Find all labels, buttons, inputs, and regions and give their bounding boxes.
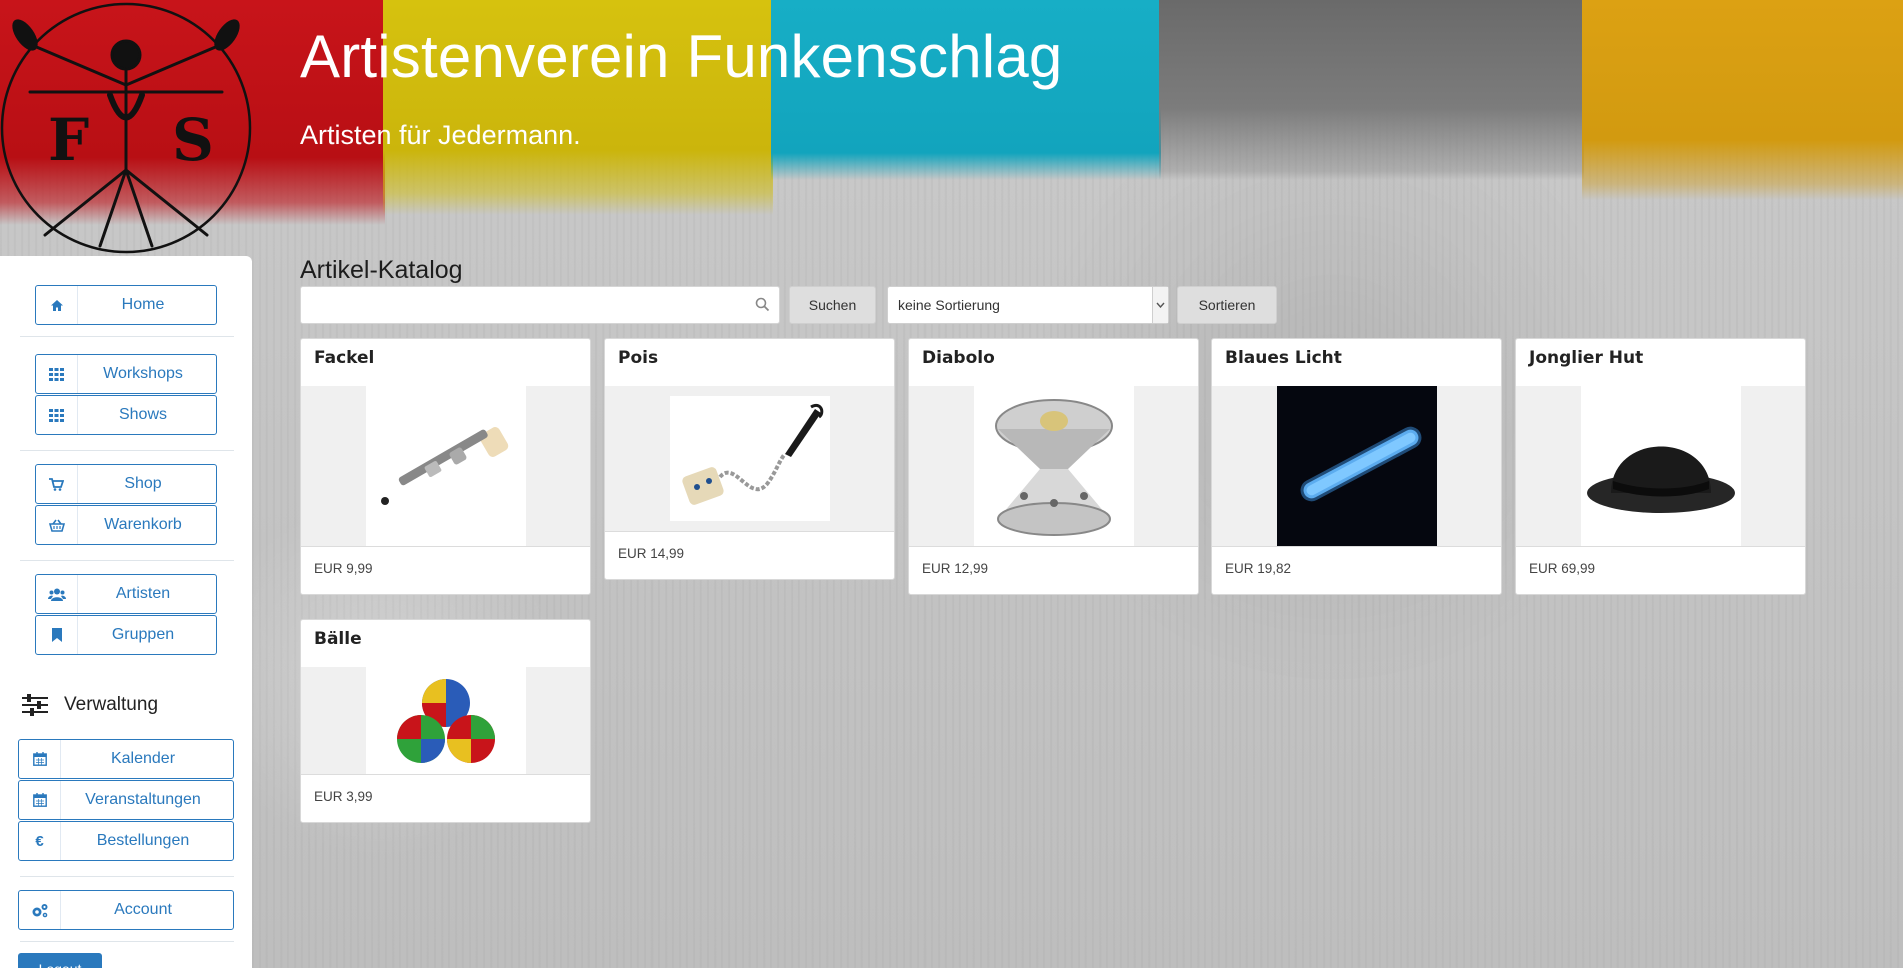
product-image — [365, 386, 526, 546]
product-card-jonglier-hut[interactable]: Jonglier Hut EUR 69,99 — [1515, 338, 1806, 595]
basket-icon — [36, 506, 78, 544]
product-card-pois[interactable]: Pois EUR 14,99 — [604, 338, 895, 580]
admin-section-heading: Verwaltung — [22, 694, 158, 716]
sort-button[interactable]: Sortieren — [1177, 286, 1277, 324]
product-image-area — [301, 386, 590, 546]
calendar-icon — [19, 740, 61, 778]
product-price: EUR 12,99 — [909, 546, 1198, 594]
product-image-area — [605, 386, 894, 531]
product-card-baelle[interactable]: Bälle EUR 3,99 — [300, 619, 591, 823]
divider — [20, 450, 234, 451]
product-name: Diabolo — [922, 348, 995, 368]
product-name: Blaues Licht — [1225, 348, 1342, 368]
divider — [20, 876, 234, 877]
divider — [20, 560, 234, 561]
product-image — [973, 386, 1134, 546]
sidebar: Home Workshops Shows Shop Warenkorb Arti… — [0, 256, 252, 968]
site-subtitle: Artisten für Jedermann. — [300, 120, 581, 150]
nav-shop-label: Shop — [124, 475, 162, 492]
chevron-down-icon — [1152, 287, 1168, 323]
divider — [20, 336, 234, 337]
nav-home-label: Home — [121, 296, 165, 313]
cart-icon — [36, 465, 78, 503]
product-price: EUR 3,99 — [301, 774, 590, 822]
logo[interactable]: F S — [0, 0, 252, 255]
product-image — [1580, 386, 1741, 546]
logo-letter-f: F — [48, 106, 89, 174]
banner-stripe-grey — [1159, 0, 1584, 180]
juggling-balls-icon — [396, 679, 495, 763]
nav-artisten-button[interactable]: Artisten — [35, 574, 217, 614]
grid-icon — [36, 355, 78, 393]
bookmark-icon — [36, 616, 78, 654]
nav-kalender-button[interactable]: Kalender — [18, 739, 234, 779]
nav-bestellungen-label: Bestellungen — [96, 832, 190, 849]
nav-veranstaltungen-label: Veranstaltungen — [85, 791, 201, 808]
nav-workshops-label: Workshops — [103, 365, 183, 382]
product-card-fackel[interactable]: Fackel EUR 9,99 — [300, 338, 591, 595]
sort-select-value: keine Sortierung — [898, 297, 1000, 313]
product-image-area — [909, 386, 1198, 546]
nav-shows-label: Shows — [118, 406, 168, 423]
header-banner: F S Artistenverein Funkenschlag Artisten… — [0, 0, 1903, 254]
nav-shows-button[interactable]: Shows — [35, 395, 217, 435]
site-title: Artistenverein Funkenschlag — [300, 23, 1063, 90]
product-image — [669, 396, 830, 521]
grid-icon — [36, 396, 78, 434]
torch-icon — [380, 427, 508, 505]
gears-icon — [19, 891, 61, 929]
nav-account-button[interactable]: Account — [18, 890, 234, 930]
nav-home-button[interactable]: Home — [35, 285, 217, 325]
nav-gruppen-button[interactable]: Gruppen — [35, 615, 217, 655]
nav-workshops-button[interactable]: Workshops — [35, 354, 217, 394]
product-name: Pois — [618, 348, 659, 368]
product-card-blaues-licht[interactable]: Blaues Licht EUR 19,82 — [1211, 338, 1502, 595]
product-price: EUR 9,99 — [301, 546, 590, 594]
nav-warenkorb-label: Warenkorb — [104, 516, 182, 533]
page-title: Artikel-Katalog — [300, 256, 463, 284]
home-icon — [36, 286, 78, 324]
product-image — [365, 667, 526, 774]
banner-stripe-orange — [1582, 0, 1903, 200]
product-name: Fackel — [314, 348, 375, 368]
product-image-area — [301, 667, 590, 774]
euro-icon: € — [19, 822, 61, 860]
divider — [20, 941, 234, 942]
search-input[interactable] — [300, 286, 780, 324]
nav-bestellungen-button[interactable]: € Bestellungen — [18, 821, 234, 861]
nav-warenkorb-button[interactable]: Warenkorb — [35, 505, 217, 545]
calendar-icon — [19, 781, 61, 819]
product-card-diabolo[interactable]: Diabolo EUR 12,99 — [908, 338, 1199, 595]
nav-kalender-label: Kalender — [110, 750, 176, 767]
glowstick-icon — [1300, 426, 1421, 502]
product-image — [1276, 386, 1437, 546]
sort-select[interactable]: keine Sortierung — [887, 286, 1169, 324]
product-image-area — [1212, 386, 1501, 546]
product-name: Bälle — [314, 629, 362, 649]
hat-icon — [1587, 446, 1735, 513]
sliders-icon — [22, 694, 48, 716]
product-name: Jonglier Hut — [1529, 348, 1644, 368]
product-image-area — [1516, 386, 1805, 546]
users-icon — [36, 575, 78, 613]
nav-shop-button[interactable]: Shop — [35, 464, 217, 504]
admin-heading-label: Verwaltung — [64, 694, 159, 715]
nav-gruppen-label: Gruppen — [111, 626, 175, 643]
product-price: EUR 69,99 — [1516, 546, 1805, 594]
logo-letter-s: S — [172, 106, 214, 174]
diabolo-icon — [994, 399, 1113, 536]
search-button[interactable]: Suchen — [789, 286, 876, 324]
pois-icon — [681, 403, 823, 505]
nav-artisten-label: Artisten — [115, 585, 171, 602]
logout-button[interactable]: Logout — [18, 953, 102, 968]
product-price: EUR 14,99 — [605, 531, 894, 579]
product-price: EUR 19,82 — [1212, 546, 1501, 594]
search-icon[interactable] — [755, 297, 770, 312]
nav-account-label: Account — [114, 901, 172, 918]
nav-veranstaltungen-button[interactable]: Veranstaltungen — [18, 780, 234, 820]
